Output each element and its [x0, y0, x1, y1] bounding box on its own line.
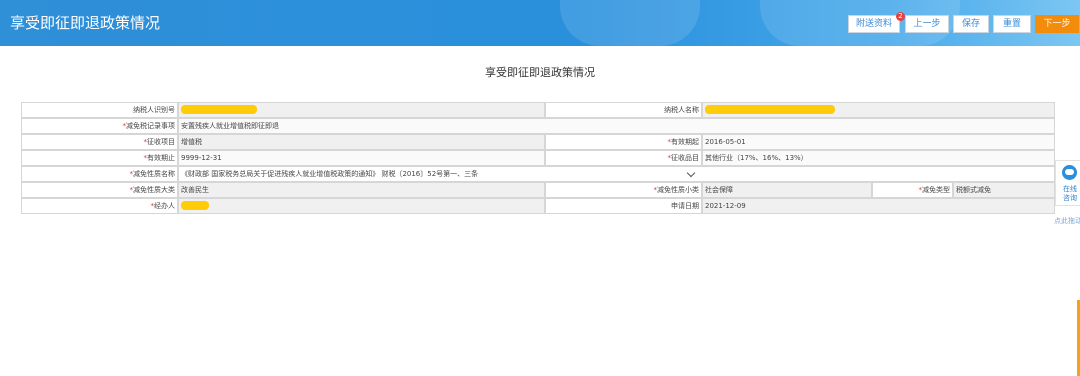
taxpayer-id-label: 纳税人识别号 [21, 102, 178, 118]
reduction-name-select[interactable]: 《财政部 国家税务总局关于促进残疾人就业增值税政策的通知》 财税〔2016〕52… [178, 166, 1055, 182]
taxpayer-name-value [702, 102, 1055, 118]
reduction-item-value: 安置残疾人就业增值税即征即退 [178, 118, 1055, 134]
attachment-count-badge: 2 [896, 12, 905, 21]
next-step-button[interactable]: 下一步 [1035, 15, 1079, 33]
form-row: 纳税人识别号 纳税人名称 [21, 102, 1055, 118]
online-consult-widget[interactable]: 在线 咨询 [1055, 160, 1080, 206]
valid-from-field[interactable]: 2016-05-01 [702, 134, 1055, 150]
apply-date-value: 2021-12-09 [702, 198, 1055, 214]
header-decoration [560, 0, 700, 46]
page-title: 享受即征即退政策情况 [10, 14, 161, 32]
chevron-down-icon[interactable] [686, 168, 696, 178]
form-row: *减免性质名称 《财政部 国家税务总局关于促进残疾人就业增值税政策的通知》 财税… [21, 166, 1055, 182]
levy-category-label: *征收品目 [545, 150, 702, 166]
category-value: 改善民生 [178, 182, 545, 198]
form-grid: 纳税人识别号 纳税人名称 *减免税记录事项 安置残疾人就业增值税即征即退 *征收… [21, 102, 1055, 216]
form-title: 享受即征即退政策情况 [485, 66, 595, 79]
redaction-mark [181, 105, 257, 114]
redaction-mark [705, 105, 835, 114]
form-row: *减免性质大类 改善民生 *减免性质小类 社会保障 *减免类型 税额式减免 [21, 182, 1055, 198]
reset-button[interactable]: 重置 [993, 15, 1031, 33]
prev-step-button[interactable]: 上一步 [905, 15, 949, 33]
category-label: *减免性质大类 [21, 182, 178, 198]
online-consult-text: 在线 咨询 [1063, 185, 1077, 202]
taxpayer-id-value [178, 102, 545, 118]
subcategory-label: *减免性质小类 [545, 182, 702, 198]
reduction-type-value: 税额式减免 [953, 182, 1055, 198]
attach-materials-button[interactable]: 附送资料 [848, 15, 900, 33]
form-row: *经办人 申请日期 2021-12-09 [21, 198, 1055, 214]
valid-to-label: *有效期止 [21, 150, 178, 166]
valid-from-label: *有效期起 [545, 134, 702, 150]
levy-item-value: 增值税 [178, 134, 545, 150]
save-button[interactable]: 保存 [953, 15, 989, 33]
taxpayer-name-label: 纳税人名称 [545, 102, 702, 118]
reduction-type-label: *减免类型 [872, 182, 953, 198]
levy-category-select[interactable]: 其他行业（17%、16%、13%） [702, 150, 1055, 166]
form-row: *征收项目 增值税 *有效期起 2016-05-01 [21, 134, 1055, 150]
redaction-mark [181, 201, 209, 210]
handler-value [178, 198, 545, 214]
reduction-item-label: *减免税记录事项 [21, 118, 178, 134]
chat-bubble-icon[interactable] [1062, 165, 1077, 180]
apply-date-label: 申请日期 [545, 198, 702, 214]
page: { "header": {"title": "享受即征即退政策情况"}, "to… [0, 0, 1080, 376]
form-row: *减免税记录事项 安置残疾人就业增值税即征即退 [21, 118, 1055, 134]
form-row: *有效期止 9999-12-31 *征收品目 其他行业（17%、16%、13%） [21, 150, 1055, 166]
valid-to-field[interactable]: 9999-12-31 [178, 150, 545, 166]
subcategory-value: 社会保障 [702, 182, 872, 198]
levy-item-label: *征收项目 [21, 134, 178, 150]
reduction-name-label: *减免性质名称 [21, 166, 178, 182]
handler-label: *经办人 [21, 198, 178, 214]
drag-link[interactable]: 点此拖动 [1054, 216, 1080, 226]
